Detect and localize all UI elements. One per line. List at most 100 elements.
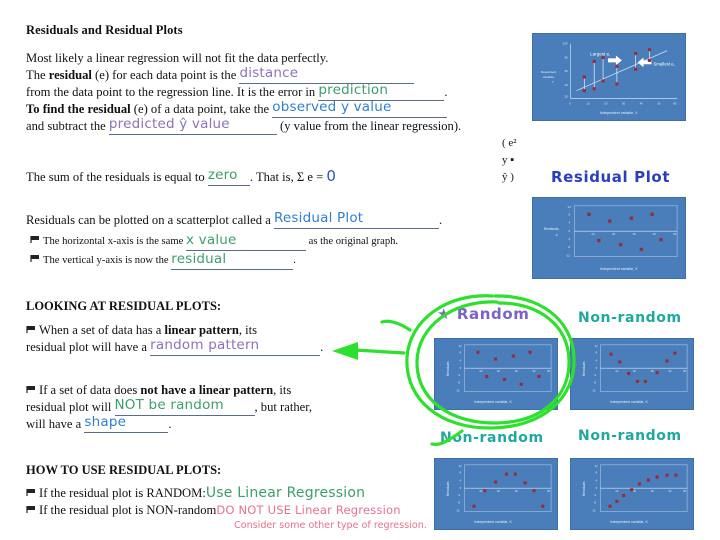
s2-p3-pre: If a set of data does [39, 383, 141, 397]
s2-p4-post: , but rather, [254, 400, 313, 414]
svg-text:30: 30 [515, 489, 519, 493]
svg-text:-4: -4 [568, 237, 571, 241]
line-5-post: (y value from the linear regression). [280, 119, 462, 133]
note-consider-other-regression: Consider some other type of regression. [234, 520, 427, 531]
answer-random-pattern: random pattern [150, 337, 260, 353]
nonrandom2-xlabel: Independent variable, X [474, 520, 512, 524]
blank-residual[interactable]: residual [171, 251, 294, 270]
nonrandom2-svg: 1284 0-4-8-12 1020304050 Residuals Indep… [435, 459, 557, 529]
s2-p4-pre: residual plot will [26, 400, 115, 414]
s2-p2-pre: residual plot will have a [26, 340, 151, 354]
s2-p1-pre: When a set of data has a [39, 323, 165, 337]
blank-observed-y[interactable]: observed y value [272, 100, 448, 118]
bullet-1-pre: The horizontal x-axis is the same [43, 236, 186, 247]
svg-text:40: 40 [652, 232, 656, 236]
s2-p1-post: , its [238, 323, 258, 337]
svg-text:50: 50 [657, 101, 661, 105]
svg-text:50: 50 [683, 369, 687, 373]
svg-text:10: 10 [591, 232, 595, 236]
term-residual: residual [48, 68, 92, 82]
svg-text:10: 10 [615, 369, 619, 373]
plot-line-post: . [438, 213, 443, 227]
figure-scatter-with-residuals: 100 80 60 40 20 0 10 20 30 40 50 60 Dependent va… [532, 33, 686, 121]
paragraph-sum-of-residuals: The sum of the residuals is equal to zer… [26, 168, 496, 186]
flag-bullet-icon-2 [30, 254, 39, 262]
svg-text:10: 10 [479, 489, 483, 493]
plot-line-pre: Residuals can be plotted on a scatterplo… [26, 213, 274, 227]
svg-text:50: 50 [547, 369, 551, 373]
term-not-linear-pattern: not have a linear pattern [140, 383, 274, 397]
bullet-axes-list: The horizontal x-axis is the same x valu… [30, 232, 520, 270]
blank-random-pattern[interactable]: random pattern [150, 337, 321, 356]
answer-residual: residual [171, 251, 227, 267]
line-5-pre: and subtract the [26, 119, 109, 133]
paragraph-residual-plot-definition: Residuals can be plotted on a scatterplo… [26, 211, 516, 229]
residual-plot-svg: 1284 0-4-8-12 10 20 30 40 50 Residuals, e In… [533, 198, 685, 278]
answer-sigma-zero: 0 [326, 167, 337, 185]
svg-text:30: 30 [622, 101, 626, 105]
blank-zero[interactable]: zero [207, 167, 250, 186]
line-2-mid: (e) for each data point is the [91, 68, 240, 82]
scatter-top-svg: 1008060 4020 0 10 20 30 40 50 60 Dependent va… [533, 34, 685, 120]
figure-residual-plot: 12 8 4 0 -4 -8 -12 10 20 30 40 50 Residuals, e In… [532, 197, 686, 279]
line-4-mid: (e) of a data point, take the [130, 102, 273, 116]
random-ylabel: Residuals [446, 361, 450, 376]
scatter-top-ylabel: Dependent [541, 70, 556, 74]
svg-text:20: 20 [497, 489, 501, 493]
svg-text:10: 10 [479, 369, 483, 373]
blank-residual-plot[interactable]: Residual Plot [273, 211, 439, 229]
flag-bullet-icon-5 [26, 488, 35, 496]
svg-text:12: 12 [459, 464, 463, 468]
s3-r2: If the residual plot is NON-random [39, 503, 217, 517]
answer-not-be-random: NOT be random [114, 397, 224, 413]
s2-p5-pre: will have a [26, 417, 85, 431]
paragraph-residual-definition: Most likely a linear regression will not… [26, 50, 496, 135]
annotation-largest-e: Largest e, [590, 52, 610, 57]
label-non-random-1: Non-random [578, 310, 682, 326]
svg-text:30: 30 [651, 369, 655, 373]
svg-text:30: 30 [515, 369, 519, 373]
svg-text:20: 20 [633, 489, 637, 493]
svg-text:20: 20 [633, 369, 637, 373]
bullet-2-post: . [293, 255, 296, 266]
label-non-random-2: Non-random [440, 430, 544, 446]
label-non-random-3: Non-random [578, 428, 682, 444]
svg-text:20: 20 [604, 101, 608, 105]
answer-x-value: x value [185, 232, 237, 248]
figure-nonrandom-2: 1284 0-4-8-12 1020304050 Residuals Indep… [434, 458, 558, 530]
svg-text:10: 10 [615, 489, 619, 493]
blank-x-value[interactable]: x value [185, 232, 306, 251]
random-svg: 1284 0-4-8-12 10 20 30 40 50 Residuals Indep… [435, 339, 557, 409]
residual-plot-ylabel: Residuals, [544, 227, 560, 231]
figure-random-residual-plot: 12 8 4 0 -4 -8 -12 10 20 30 40 50 Residuals Indep… [434, 338, 558, 410]
answer-distance: distance [239, 65, 299, 81]
svg-text:50: 50 [673, 232, 677, 236]
flag-bullet-icon-6 [26, 505, 35, 513]
blank-shape[interactable]: shape [84, 414, 169, 433]
svg-text:variable,: variable, [543, 75, 555, 79]
svg-text:10: 10 [586, 101, 590, 105]
flag-bullet-icon [30, 235, 39, 243]
answer-shape: shape [84, 414, 127, 430]
svg-text:12: 12 [568, 205, 572, 209]
svg-text:12: 12 [595, 464, 599, 468]
answer-do-not-use-linear-regression: DO NOT USE Linear Regression [216, 503, 401, 517]
svg-text:-12: -12 [592, 389, 596, 393]
blank-predicted-y[interactable]: predicted ŷ value [108, 117, 277, 135]
term-to-find-residual: To find the residual [26, 102, 131, 116]
nonrandom2-ylabel: Residuals [446, 481, 450, 496]
s2-p2-post: . [320, 340, 324, 354]
svg-text:12: 12 [595, 344, 599, 348]
answer-zero: zero [207, 167, 238, 183]
residual-formula: ( e² y ▪ ŷ ) [502, 137, 517, 183]
blank-not-be-random[interactable]: NOT be random [114, 397, 255, 416]
svg-text:40: 40 [668, 489, 672, 493]
answer-use-linear-regression: Use Linear Regression [205, 485, 366, 501]
svg-text:40: 40 [668, 369, 672, 373]
flag-bullet-icon-3 [26, 325, 35, 333]
bullet-2-pre: The vertical y-axis is now the [43, 255, 172, 266]
label-residual-plot: Residual Plot [551, 168, 671, 186]
svg-text:40: 40 [565, 83, 569, 87]
page-title: Residuals and Residual Plots [26, 23, 183, 37]
random-xlabel: Independent variable, X [474, 400, 512, 404]
